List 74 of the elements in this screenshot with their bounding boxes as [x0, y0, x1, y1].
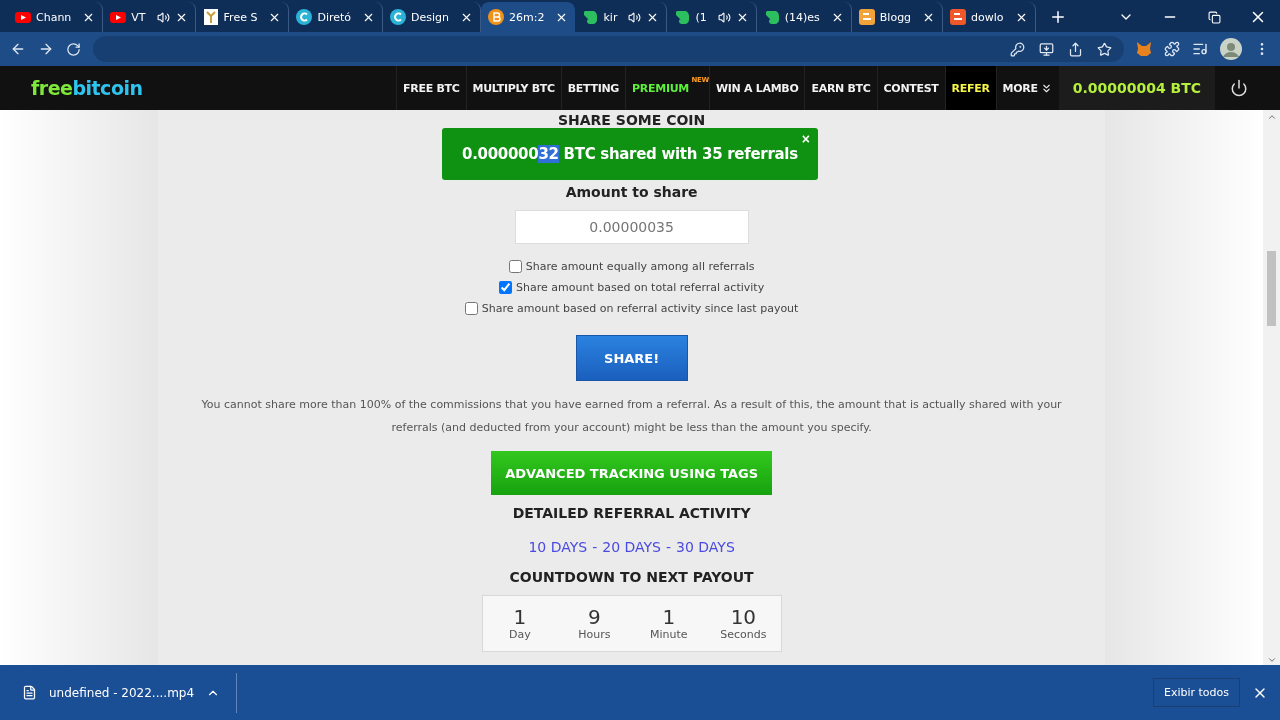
- tab-title: (1: [695, 10, 707, 24]
- media-list-icon[interactable]: [1192, 41, 1208, 57]
- tab-title: dowlo: [971, 10, 1004, 24]
- site-logo[interactable]: freebitcoin: [31, 77, 143, 99]
- countdown-unit: Minute: [650, 628, 688, 641]
- countdown-unit: Day: [509, 628, 531, 641]
- activity-heading: DETAILED REFERRAL ACTIVITY: [512, 505, 751, 521]
- scroll-down-icon[interactable]: [1266, 655, 1277, 665]
- tab-title: Design: [411, 10, 450, 24]
- speaker-icon[interactable]: [156, 10, 170, 24]
- power-icon: [1230, 79, 1248, 97]
- avatar[interactable]: [1220, 38, 1242, 60]
- restore-icon[interactable]: [1207, 10, 1221, 24]
- checkbox[interactable]: [499, 281, 513, 294]
- amount-field[interactable]: 0.00000035: [514, 210, 749, 244]
- show-all-button[interactable]: Exibir todos: [1152, 678, 1240, 707]
- tab-title: 26m:2: [509, 10, 545, 24]
- tab-title: Diretó: [317, 10, 352, 24]
- countdown-value: 1: [513, 606, 527, 628]
- speaker-icon[interactable]: [628, 10, 642, 24]
- forward-icon[interactable]: [38, 41, 54, 57]
- fox-icon[interactable]: [1136, 41, 1152, 57]
- share-icon[interactable]: [1068, 41, 1083, 57]
- youtube-like-icon: [15, 9, 31, 25]
- countdown-heading: COUNTDOWN TO NEXT PAYOUT: [509, 569, 754, 585]
- tab-title: Blogg: [879, 10, 912, 24]
- balance: 0.00000004 BTC: [1058, 66, 1215, 110]
- coin-icon: [488, 9, 505, 25]
- amount-label: Amount to share: [565, 184, 698, 200]
- range-link[interactable]: 10 DAYS: [528, 539, 588, 555]
- circle-c-icon: [296, 9, 313, 25]
- countdown-value: 10: [730, 606, 757, 628]
- blog-icon: [950, 9, 967, 25]
- tab-title: Free S: [223, 10, 258, 24]
- countdown-unit: Seconds: [720, 628, 767, 641]
- speaker-icon[interactable]: [717, 10, 731, 24]
- close-button[interactable]: ×: [801, 131, 810, 147]
- checkbox[interactable]: [508, 260, 522, 273]
- browser-tab[interactable]: 26m:2: [481, 2, 576, 32]
- option-label: Share amount based on total referral activity: [516, 281, 765, 294]
- countdown-value: 1: [662, 606, 676, 628]
- toast-message: 0.00000032 BTC shared with 35 referrals: [462, 145, 798, 163]
- countdown-unit: Hours: [578, 628, 611, 641]
- page-icon: [202, 9, 219, 25]
- scroll-up-icon[interactable]: [1266, 112, 1277, 122]
- blog-icon: [858, 9, 875, 25]
- separator: -: [666, 539, 672, 555]
- share-button[interactable]: SHARE!: [575, 335, 688, 381]
- countdown-value: 9: [588, 606, 601, 628]
- download-item[interactable]: undefined - 2022....mp4: [22, 672, 238, 713]
- share-note: You cannot share more than 100% of the commissions that you have earned from a referral. As a result of this, the amount that is actually shared with your referrals (and deducted from your account) might be less than the amount you specify.: [200, 397, 1063, 436]
- range-link[interactable]: 20 DAYS: [602, 539, 661, 555]
- range-link[interactable]: 30 DAYS: [676, 539, 735, 555]
- install-icon[interactable]: [1039, 41, 1054, 57]
- file-name: undefined - 2022....mp4: [49, 685, 195, 700]
- puzzle-icon[interactable]: [1164, 41, 1180, 57]
- tab-title: kir: [603, 10, 618, 24]
- tab-title: Chann: [36, 10, 72, 24]
- reload-icon[interactable]: [66, 41, 81, 57]
- separator: -: [592, 539, 598, 555]
- key-icon[interactable]: [1010, 41, 1025, 57]
- checkbox[interactable]: [464, 302, 478, 315]
- circle-c-icon: [390, 9, 407, 25]
- youtube-like-icon: [110, 9, 127, 25]
- star-icon[interactable]: [1097, 41, 1112, 57]
- option-label: Share amount based on referral activity since last payout: [481, 302, 799, 315]
- nav-link[interactable]: REFER: [944, 66, 996, 110]
- scroll-thumb[interactable]: [1267, 251, 1277, 326]
- option-label: Share amount equally among all referrals: [525, 260, 755, 273]
- back-icon[interactable]: [10, 41, 26, 57]
- file-icon: [22, 685, 37, 700]
- tab-title: (14)es: [784, 10, 820, 24]
- tab-title: VT: [131, 10, 146, 24]
- section-heading: SHARE SOME COIN: [557, 112, 706, 128]
